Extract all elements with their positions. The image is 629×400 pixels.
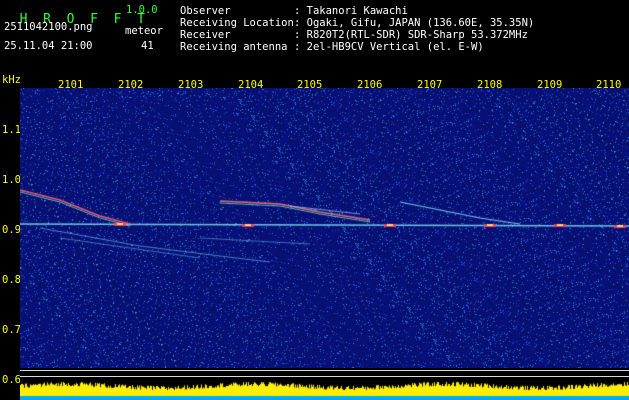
meteor-count: 41	[141, 40, 154, 52]
observer-label: Observer	[180, 5, 231, 17]
antenna-label: Receiving antenna	[180, 41, 288, 53]
antenna-value: : 2el-HB9CV Vertical (el. E-W)	[294, 41, 484, 53]
app-title-letter: F	[113, 12, 122, 27]
meteor-label: meteor	[125, 25, 163, 37]
app-version: 1.0.0	[126, 4, 158, 16]
y-tick-label: 0.7	[2, 324, 21, 336]
location-value: : Ogaki, Gifu, JAPAN (136.60E, 35.35N)	[294, 17, 535, 29]
date-time: 25.11.04 21:00	[4, 40, 93, 52]
level-guide-line	[20, 370, 629, 371]
signal-level-bars	[20, 368, 629, 400]
level-guide-line	[20, 376, 629, 377]
observer-value: : Takanori Kawachi	[294, 5, 408, 17]
y-tick-label: 0.9	[2, 224, 21, 236]
y-tick-label: 0.6	[2, 374, 21, 386]
spectrogram-waterfall	[20, 88, 629, 368]
file-name: 2511042100.png	[4, 21, 93, 33]
y-tick-label: 1.0	[2, 174, 21, 186]
location-label: Receiving Location	[180, 17, 294, 29]
y-axis-unit: kHz	[2, 74, 21, 86]
receiver-label: Receiver	[180, 29, 231, 41]
y-tick-label: 0.8	[2, 274, 21, 286]
y-tick-label: 1.1	[2, 124, 21, 136]
receiver-value: : R820T2(RTL-SDR) SDR-Sharp 53.372MHz	[294, 29, 528, 41]
